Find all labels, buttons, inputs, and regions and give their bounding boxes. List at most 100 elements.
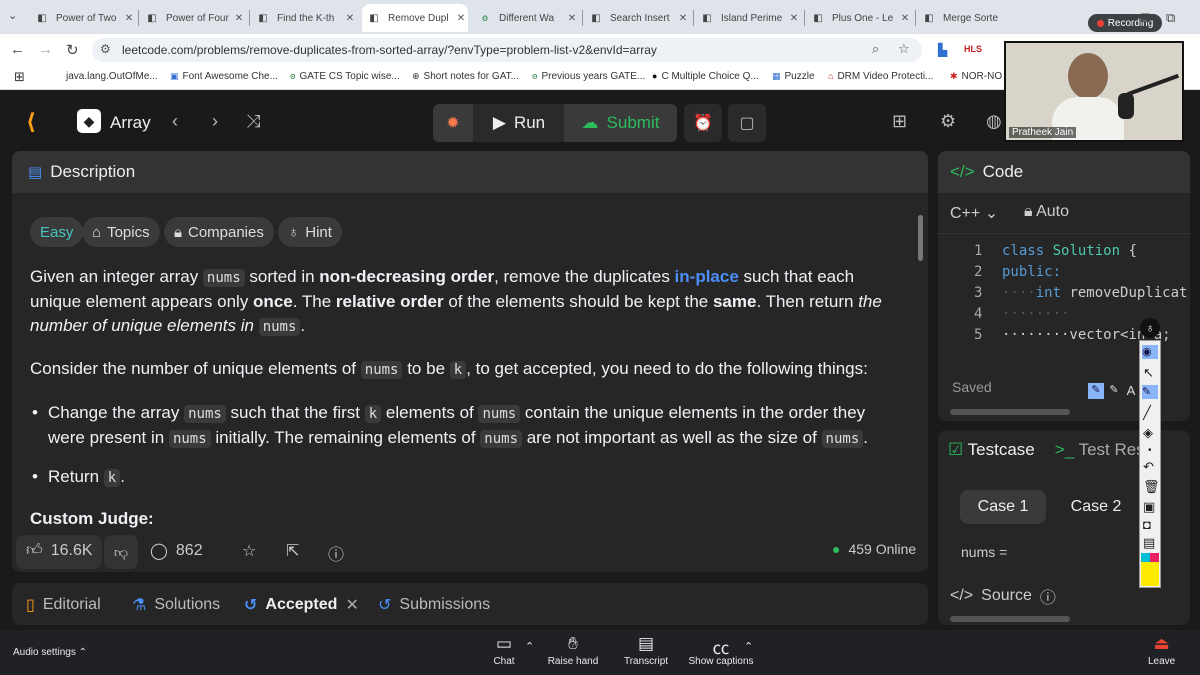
tab-submissions[interactable]: ↺ Submissions [378,595,490,615]
comments-button[interactable]: ◯ 862 [150,541,203,561]
back-icon[interactable]: ← [10,41,25,58]
help-icon[interactable]: ⓘ [1040,584,1056,608]
tab-search-icon[interactable]: ⌄ [8,9,17,22]
layout-grid-icon[interactable]: ⊞ [892,111,907,132]
eye-icon[interactable]: ◉ [1142,345,1158,359]
testcase-scrollbar[interactable] [950,616,1070,622]
transcript-button[interactable]: ▤ Transcript [622,634,670,667]
bookmark-item[interactable]: ⌂ DRM Video Protecti... [828,71,933,82]
problem-list-cube-icon[interactable]: ◆ [77,109,101,133]
leetcode-logo-icon[interactable]: ⟨ [26,109,36,135]
hint-tag[interactable]: ♁ Hint [278,217,342,247]
browser-tab[interactable]: ◧ Plus One - Le ✕ [806,4,912,32]
browser-tab-active[interactable]: ◧ Remove Dupl ✕ [362,4,468,32]
bookmark-item[interactable]: ▦ Puzzle [772,71,815,82]
close-tab-icon[interactable]: ✕ [676,13,690,24]
tab-solutions[interactable]: ⚗ Solutions [132,595,220,615]
browser-tab[interactable]: ꙩ Different Wa ✕ [473,4,579,32]
bookmark-item[interactable]: ⊕ Short notes for GAT... [412,71,519,82]
code-line[interactable]: public: [1002,264,1061,280]
like-count[interactable]: 👍︎ 16.6K [26,541,93,560]
debug-bug-icon[interactable]: ✹ [433,104,473,142]
code-line[interactable]: ····int removeDuplicat [1002,285,1187,301]
omnibox[interactable]: ⚙ leetcode.com/problems/remove-duplicate… [92,38,922,62]
submit-button[interactable]: ☁ Submit [564,104,677,142]
bookmark-item[interactable]: ꙩ GATE CS Topic wise... [290,71,400,82]
undo-icon[interactable]: ↶ [1143,459,1154,475]
bookmark-item[interactable]: ꙩ Previous years GATE... [532,71,645,82]
apps-grid-icon[interactable]: ⊞ [14,69,25,85]
grid-icon[interactable]: ⊞ [1140,10,1151,26]
leave-button[interactable]: ⏏ Leave [1148,634,1175,667]
bookmark-item[interactable]: ✱ NOR-NO [950,71,1002,82]
forward-icon[interactable]: → [38,41,53,58]
close-tab-icon[interactable]: ✕ [898,13,912,24]
tab-accepted[interactable]: ↺ Accepted ✕ [244,595,359,615]
clipboard-icon[interactable]: ▤ [1143,535,1155,551]
close-tab-icon[interactable]: ✕ [232,13,246,24]
notes-icon[interactable]: ▢ [728,104,766,142]
share-icon[interactable]: ⇱ [286,541,299,561]
tab-testcase[interactable]: ☑ Testcase [948,440,1035,460]
zoom-icon[interactable]: ⌕ [872,41,879,57]
close-tab-icon[interactable]: ✕ [565,13,579,24]
topics-tag[interactable]: ⌂ Topics [82,217,160,247]
reload-icon[interactable]: ↻ [66,41,79,59]
browser-tab[interactable]: ◧ Power of Two ✕ [30,4,136,32]
bookmark-item[interactable]: ▣ Font Awesome Che... [170,71,278,82]
case-2-tab[interactable]: Case 2 [1054,490,1138,524]
audio-settings-button[interactable]: Audio settings ⌃ [13,647,87,658]
help-icon[interactable]: ⓘ [328,541,344,565]
close-tab-icon[interactable]: ✕ [343,13,357,24]
dot-icon[interactable]: • [1148,445,1152,456]
color-swatch-magenta[interactable] [1150,553,1159,562]
highlighter-icon[interactable]: ✎ [1142,385,1158,399]
code-line[interactable]: ········ [1002,306,1069,322]
code-line[interactable]: class Solution { [1002,243,1137,259]
text-tool-icon[interactable]: A [1124,383,1138,399]
lightbulb-icon[interactable]: ♁ [1140,318,1160,338]
code-tab[interactable]: </> Code [938,151,1190,193]
language-select[interactable]: C++ ⌄ [950,203,998,223]
eraser-icon[interactable]: ◈ [1143,425,1153,441]
browser-tab[interactable]: ◧ Find the K-th ✕ [251,4,357,32]
shuffle-icon[interactable]: ⤨ [246,111,260,132]
auto-mode[interactable]: 🔒︎ Auto [1024,203,1069,221]
extension-icon[interactable]: HLS [964,44,982,54]
companies-tag[interactable]: 🔒︎ Companies [164,217,274,247]
run-button[interactable]: ▶ Run [477,104,561,142]
browser-tab[interactable]: ◧ Search Insert ✕ [584,4,690,32]
pen-icon[interactable]: ╱ [1143,405,1151,421]
browser-tab[interactable]: ◧ Merge Sorte [917,4,999,32]
settings-gear-icon[interactable]: ⚙ [940,111,956,132]
close-tab-icon[interactable]: ✕ [454,13,468,24]
description-scrollbar[interactable] [918,215,923,261]
browser-tab[interactable]: ◧ Island Perime ✕ [695,4,801,32]
bookmark-star-icon[interactable]: ☆ [898,41,910,57]
code-horizontal-scrollbar[interactable] [950,409,1070,415]
close-tab-icon[interactable]: ✕ [122,13,136,24]
color-swatch-cyan[interactable] [1141,553,1150,562]
tool-tag-icon[interactable]: ✎ [1088,383,1104,399]
chevron-up-icon[interactable]: ⌃ [525,640,534,653]
site-info-icon[interactable]: ⚙ [100,42,111,56]
browser-tab[interactable]: ◧ Power of Four ✕ [140,4,246,32]
extension-icon[interactable]: ▙ [938,43,947,57]
next-problem-icon[interactable]: › [212,111,218,132]
bookmark-item[interactable]: java.lang.OutOfMe... [66,71,158,82]
trash-icon[interactable]: 🗑︎ [1143,479,1160,495]
extension-icon[interactable]: ⧉ [1166,10,1175,26]
chevron-up-icon[interactable]: ⌃ [744,640,753,653]
tool-tag-icon[interactable]: ✎ [1106,383,1122,399]
color-swatch-yellow[interactable] [1141,562,1159,586]
streak-fire-icon[interactable]: ◍ [986,111,1002,132]
camera-icon[interactable]: ◘ [1143,517,1151,532]
close-tab-icon[interactable]: ✕ [787,13,801,24]
favorite-star-icon[interactable]: ☆ [242,541,256,561]
url-text[interactable]: leetcode.com/problems/remove-duplicates-… [122,43,657,57]
cursor-icon[interactable]: ↖ [1143,365,1154,381]
chat-button[interactable]: ▭ Chat [490,634,518,667]
source-toggle[interactable]: </> Source ⓘ [950,584,1056,608]
tab-editorial[interactable]: ▯ Editorial [26,595,101,615]
thumbs-down-icon[interactable]: 👎︎ [104,535,138,569]
